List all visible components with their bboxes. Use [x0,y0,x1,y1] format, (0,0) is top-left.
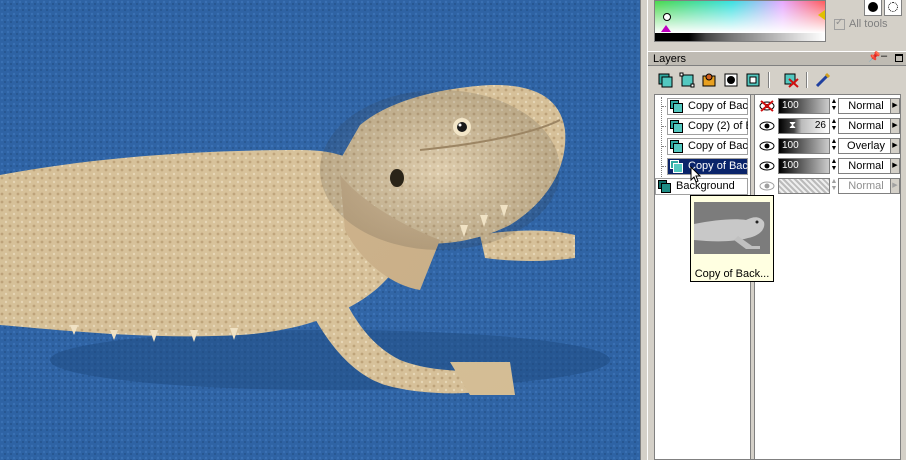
new-raster-layer-icon[interactable] [656,71,674,89]
opacity-spin-icon[interactable]: ▲ ▼ [830,158,838,174]
color-picker-marker [663,13,671,21]
layer-thumbnail-tooltip: Copy of Back... [690,195,774,282]
blend-mode-select[interactable]: Overlay ▶ [838,138,900,154]
opacity-value: 100 [782,140,799,151]
opacity-slider-disabled [778,178,830,194]
slider-thumb-icon[interactable]: ⧗ [789,120,796,131]
eye-icon[interactable] [758,139,776,153]
layer-thumbnail [694,202,770,254]
hard-brush-icon[interactable] [864,0,882,16]
dropdown-arrow-icon[interactable]: ▶ [890,159,899,173]
layer-name: Copy (2) of Background [688,120,748,132]
image-canvas[interactable] [0,0,640,460]
checkbox-icon[interactable] [834,17,845,30]
opacity-slider[interactable]: 100 [778,98,830,114]
dropdown-arrow-icon[interactable]: ▶ [890,99,899,113]
layer-row-selected[interactable]: Copy of Background [655,157,750,175]
dropdown-arrow-icon: ▶ [890,179,899,193]
foreground-color-marker [818,10,825,20]
layer-row[interactable]: Background [655,177,750,195]
color-gradient[interactable] [655,1,825,33]
opacity-value: 26 [814,120,826,131]
blend-mode-select[interactable]: Normal ▶ [838,118,900,134]
layer-name-button[interactable]: Copy (2) of Background [667,118,748,135]
hidden-eye-icon[interactable] [758,99,776,113]
layers-palette-titlebar[interactable]: Layers 📌 – [648,50,906,66]
minimize-icon[interactable]: – [881,50,887,62]
opacity-value: 100 [782,100,799,111]
dropdown-arrow-icon[interactable]: ▶ [890,139,899,153]
layer-props-row: 100 ▲ ▼ Normal ▶ [756,157,900,175]
layer-properties-column: 100 ▲ ▼ Normal ▶ ⧗ 26 ▲ ▼ Normal ▶ 100 ▲… [756,95,900,459]
layer-name-button[interactable]: Copy of Background [667,98,748,115]
soft-brush-icon[interactable] [884,0,902,16]
new-art-media-layer-icon[interactable] [700,71,718,89]
greyscale-strip[interactable] [655,33,825,41]
tooltip-label: Copy of Back... [694,268,770,280]
pin-icon[interactable]: 📌 [868,52,880,63]
raster-layer-icon [670,140,683,153]
opacity-slider[interactable]: ⧗ 26 [778,118,830,134]
color-palette[interactable] [654,0,826,42]
layer-row[interactable]: Copy of Background [655,137,750,155]
raster-layer-icon [670,120,683,133]
opacity-spin-icon: ▲ ▼ [830,178,838,192]
blend-mode-value: Normal [848,160,884,172]
background-color-marker [661,25,671,32]
blend-mode-select[interactable]: Normal ▶ [838,98,900,114]
new-vector-layer-icon[interactable] [678,71,696,89]
new-adjustment-layer-icon[interactable] [744,71,762,89]
opacity-spin-icon[interactable]: ▲ ▼ [830,118,838,134]
opacity-spin-icon[interactable]: ▲ ▼ [830,98,838,114]
layer-name: Copy of Background [688,100,748,112]
opacity-spin-icon[interactable]: ▲ ▼ [830,138,838,154]
layer-name-button[interactable]: Copy of Background [667,158,748,175]
new-mask-layer-icon[interactable] [722,71,740,89]
layer-name: Background [676,180,735,192]
opacity-value: 100 [782,160,799,171]
layer-row[interactable]: Copy (2) of Background [655,117,750,135]
layers-toolbar [648,68,906,94]
mouse-cursor-icon [690,166,702,183]
layer-props-row: 100 ▲ ▼ Overlay ▶ [756,137,900,155]
blend-mode-value: Normal [848,100,884,112]
toolbar-separator [806,72,808,88]
layer-properties-icon[interactable] [814,71,832,89]
opacity-slider[interactable]: 100 [778,138,830,154]
raster-layer-icon [670,160,683,173]
eye-icon[interactable] [758,179,776,193]
maximize-icon[interactable] [895,54,903,62]
layer-props-row: ⧗ 26 ▲ ▼ Normal ▶ [756,117,900,135]
raster-layer-icon [670,100,683,113]
blend-mode-select: Normal ▶ [838,178,900,194]
all-tools-checkbox[interactable]: All tools [834,17,888,30]
layer-name: Copy of Background [688,140,748,152]
opacity-slider[interactable]: 100 [778,158,830,174]
blend-mode-select[interactable]: Normal ▶ [838,158,900,174]
lizard-photo [0,0,640,460]
thumbnail-image [694,202,770,254]
delete-layer-icon[interactable] [782,71,800,89]
blend-mode-value: Normal [848,120,884,132]
toolbar-separator [768,72,770,88]
layers-title: Layers [653,53,687,65]
layer-name-button[interactable]: Copy of Background [667,138,748,155]
right-dock-panel: All tools Layers 📌 – [648,0,906,460]
all-tools-label: All tools [849,18,888,30]
dropdown-arrow-icon[interactable]: ▶ [890,119,899,133]
blend-mode-value: Overlay [847,140,885,152]
layer-row[interactable]: Copy of Background [655,97,750,115]
background-layer-icon [658,180,671,193]
eye-icon[interactable] [758,159,776,173]
layer-props-row: 100 ▲ ▼ Normal ▶ [756,97,900,115]
blend-mode-value: Normal [848,180,884,192]
layer-props-row: ▲ ▼ Normal ▶ [756,177,900,195]
eye-icon[interactable] [758,119,776,133]
panel-splitter[interactable] [640,0,648,460]
